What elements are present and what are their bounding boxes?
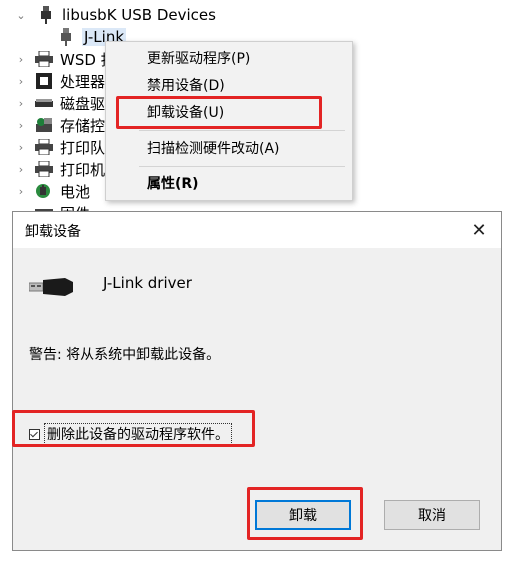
disk-drive-icon (34, 94, 54, 112)
usb-plug-icon (28, 274, 77, 300)
tree-item-label: 打印机 (60, 160, 106, 179)
highlight-box-uninstall-button (247, 487, 363, 540)
chevron-right-icon[interactable]: › (16, 119, 26, 132)
menu-item-label: 属性(R) (147, 176, 199, 192)
processor-icon (34, 72, 54, 90)
highlight-box-uninstall-menu (116, 96, 322, 129)
printer-icon (34, 160, 54, 178)
chevron-right-icon[interactable]: › (16, 53, 26, 66)
close-icon[interactable]: ✕ (467, 218, 491, 242)
device-name: J-Link driver (103, 274, 192, 292)
printer-icon (34, 50, 54, 68)
menu-item-disable-device[interactable]: 禁用设备(D) (106, 73, 352, 97)
chevron-right-icon[interactable]: › (16, 141, 26, 154)
menu-item-properties[interactable]: 属性(R) (106, 171, 352, 195)
tree-item-label: 存储控 (60, 116, 106, 135)
chevron-right-icon[interactable]: › (16, 163, 26, 176)
tree-item-label: 打印队 (60, 138, 106, 157)
chevron-down-icon[interactable]: ⌄ (16, 9, 26, 22)
warning-text: 警告: 将从系统中卸载此设备。 (29, 347, 221, 363)
storage-controller-icon (34, 116, 54, 134)
usb-plug-icon (36, 6, 56, 24)
menu-item-label: 扫描检测硬件改动(A) (147, 141, 280, 157)
menu-item-label: 更新驱动程序(P) (147, 51, 251, 67)
dialog-title-bar: 卸载设备 ✕ (13, 212, 501, 248)
tree-item-label: 处理器 (60, 72, 106, 91)
menu-item-scan-hardware[interactable]: 扫描检测硬件改动(A) (106, 136, 352, 160)
battery-icon (34, 182, 54, 200)
menu-item-update-driver[interactable]: 更新驱动程序(P) (106, 46, 352, 70)
tree-item-label: 磁盘驱 (60, 94, 106, 113)
chevron-right-icon[interactable]: › (16, 75, 26, 88)
menu-item-label: 禁用设备(D) (147, 78, 225, 94)
menu-separator (139, 166, 345, 167)
chevron-right-icon[interactable]: › (16, 97, 26, 110)
tree-item-label: 电池 (60, 182, 91, 201)
highlight-box-checkbox (12, 410, 255, 447)
chevron-right-icon[interactable]: › (16, 185, 26, 198)
usb-plug-icon (56, 28, 76, 46)
tree-item-label: libusbK USB Devices (62, 6, 216, 24)
dialog-title: 卸载设备 (25, 224, 81, 240)
menu-separator (139, 130, 345, 131)
cancel-button[interactable]: 取消 (384, 500, 480, 530)
printer-icon (34, 138, 54, 156)
screen: ⌄ libusbK USB Devices J-Link › WSD 打 › 处… (0, 0, 517, 563)
